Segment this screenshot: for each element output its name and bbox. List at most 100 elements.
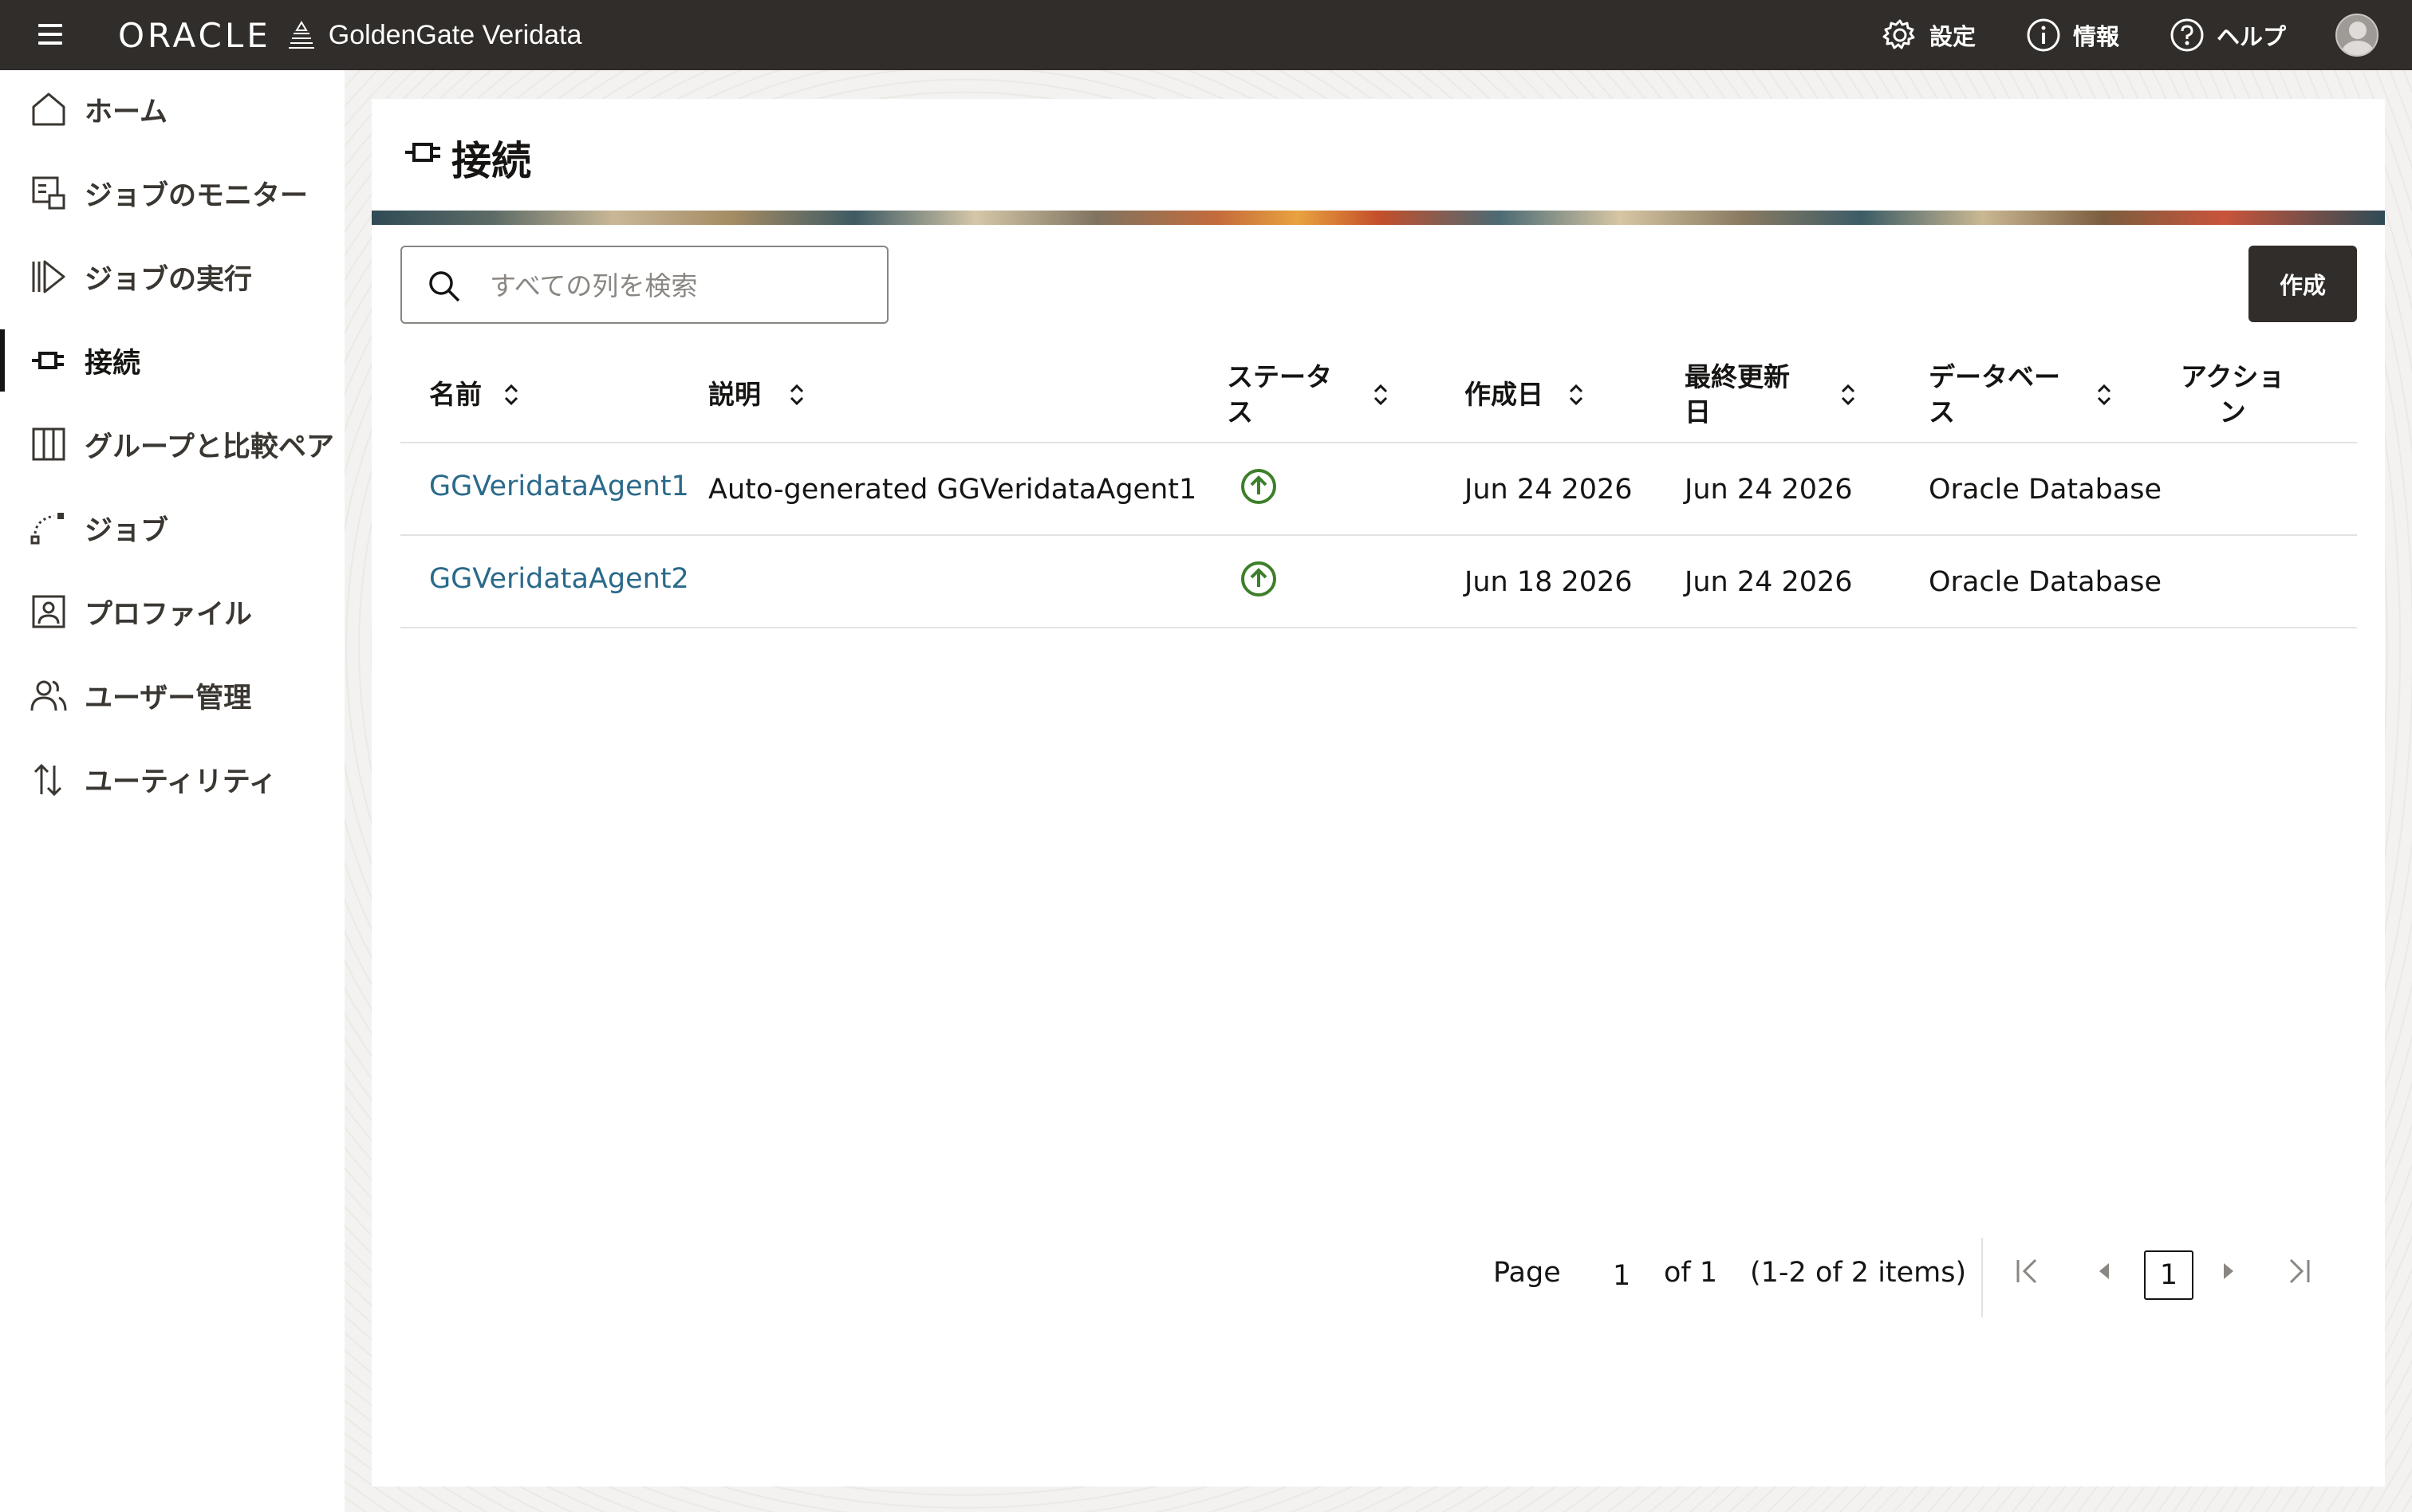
connection-name-link[interactable]: GGVeridataAgent2 [429, 536, 689, 622]
plug-icon [32, 352, 64, 369]
sidebar-item-job-monitor[interactable]: ジョブのモニター [0, 157, 345, 229]
sort-icon [1569, 384, 1583, 406]
sidebar-item-label: グループと比較ペア [85, 431, 334, 463]
table-header: 名前 説明 ステータス 作成日 最終更新日 データベース アクショ ン [400, 346, 2357, 443]
help-icon [2170, 18, 2204, 52]
column-header-description[interactable]: 説明 [708, 346, 1187, 443]
status-cell [1240, 536, 1278, 622]
gear-icon [1882, 19, 1915, 49]
connection-name-link[interactable]: GGVeridataAgent1 [429, 443, 689, 530]
sidebar-item-label: プロファイル [85, 598, 253, 631]
product-name: GoldenGate Veridata [328, 19, 582, 50]
column-header-label: ステータス [1227, 361, 1332, 427]
items-range: (1-2 of 2 items) [1750, 1257, 1967, 1289]
decorative-banner [372, 211, 2385, 225]
sort-icon [2097, 384, 2111, 406]
monitor-icon [32, 176, 65, 210]
page-title: 接続 [451, 138, 531, 184]
updated-cell: Jun 24 2026 [1685, 566, 1853, 598]
help-label: ヘルプ [2216, 23, 2286, 50]
status-cell [1240, 443, 1278, 530]
sidebar-item-label: ユーティリティ [85, 766, 277, 798]
plug-icon [405, 143, 440, 162]
created-cell: Jun 18 2026 [1464, 566, 1633, 598]
sidebar-item-profile[interactable]: プロファイル [0, 576, 345, 648]
brand[interactable]: ORACLE GoldenGate Veridata [118, 14, 581, 56]
status-up-icon [1241, 469, 1276, 504]
database-cell: Oracle Database [1929, 474, 2162, 506]
sidebar-item-groups[interactable]: グループと比較ペア [0, 408, 345, 480]
sidebar: ホーム ジョブのモニター ジョブの実行 接続 グループと比較ペア ジョブ プロフ… [0, 70, 345, 1512]
column-header-updated[interactable]: 最終更新日 [1685, 346, 1892, 443]
user-avatar[interactable] [2335, 14, 2378, 57]
next-page-icon[interactable] [2211, 1254, 2246, 1289]
info-button[interactable]: 情報 [2025, 17, 2119, 53]
sidebar-item-label: 接続 [85, 347, 141, 380]
pagination: Page 1 of 1 (1-2 of 2 items) 1 [372, 1223, 2385, 1319]
updated-cell: Jun 24 2026 [1685, 474, 1853, 506]
sort-icon [1841, 384, 1855, 406]
database-cell: Oracle Database [1929, 566, 2162, 598]
sort-icon [504, 384, 518, 406]
column-header-label: 説明 [708, 379, 761, 410]
column-header-actions: アクション [2181, 346, 2340, 443]
sidebar-item-label: ジョブ [85, 514, 169, 547]
first-page-icon[interactable] [2010, 1254, 2045, 1289]
sidebar-item-label: ジョブの実行 [85, 263, 253, 296]
columns-icon [32, 427, 65, 461]
sidebar-item-label: ホーム [85, 96, 168, 128]
transfer-icon [34, 763, 62, 797]
top-bar: ORACLE GoldenGate Veridata 設定 情報 ヘルプ [0, 0, 2412, 70]
sidebar-item-user-management[interactable]: ユーザー管理 [0, 660, 345, 731]
settings-button[interactable]: 設定 [1882, 17, 1976, 53]
info-label: 情報 [2072, 23, 2119, 50]
table-row[interactable]: GGVeridataAgent2 Jun 18 2026 Jun 24 2026… [400, 536, 2357, 628]
sidebar-item-utilities[interactable]: ユーティリティ [0, 743, 345, 815]
column-header-name[interactable]: 名前 [400, 346, 688, 443]
table-row[interactable]: GGVeridataAgent1 Auto-generated GGVerida… [400, 443, 2357, 536]
settings-label: 設定 [1929, 23, 1976, 50]
search-box[interactable] [400, 246, 889, 324]
page-count: of 1 [1664, 1257, 1718, 1289]
sidebar-item-jobs[interactable]: ジョブ [0, 492, 345, 564]
column-header-status[interactable]: ステータス [1227, 346, 1418, 443]
column-header-label: データベース [1929, 361, 2060, 427]
created-cell: Jun 24 2026 [1464, 474, 1633, 506]
info-icon [2027, 18, 2060, 52]
page-number-input[interactable]: 1 [1613, 1260, 1630, 1292]
page-header: 接続 [372, 99, 2385, 211]
top-nav: 設定 情報 ヘルプ [1882, 0, 2412, 70]
sidebar-item-label: ユーザー管理 [85, 682, 252, 715]
sidebar-item-connections[interactable]: 接続 [0, 325, 345, 396]
description-cell: Auto-generated GGVeridataAgent1 [708, 474, 1197, 506]
profile-icon [32, 595, 65, 628]
run-icon [32, 260, 65, 293]
create-button[interactable]: 作成 [2248, 246, 2357, 322]
connections-table: 名前 説明 ステータス 作成日 最終更新日 データベース アクショ ン GGVe… [400, 346, 2357, 628]
goldengate-mark-icon [288, 21, 314, 49]
sidebar-item-home[interactable]: ホーム [0, 73, 345, 145]
sort-icon [1374, 384, 1388, 406]
sidebar-item-label: ジョブのモニター [85, 179, 309, 212]
column-header-label: 名前 [429, 379, 482, 410]
users-icon [30, 680, 67, 711]
column-header-label: アクション [2181, 361, 2285, 427]
column-header-created[interactable]: 作成日 [1464, 346, 1656, 443]
pager-divider [1981, 1238, 1983, 1317]
current-page-button[interactable]: 1 [2144, 1250, 2193, 1300]
column-header-label: 作成日 [1464, 379, 1543, 410]
search-input[interactable] [490, 263, 873, 308]
sidebar-item-run-job[interactable]: ジョブの実行 [0, 241, 345, 313]
last-page-icon[interactable] [2281, 1254, 2316, 1289]
workflow-icon [30, 513, 64, 545]
hamburger-menu-icon[interactable] [35, 18, 70, 53]
oracle-logo: ORACLE [118, 15, 271, 55]
help-button[interactable]: ヘルプ [2169, 17, 2286, 53]
column-header-database[interactable]: データベース [1929, 346, 2168, 443]
main-card: 接続 作成 名前 説明 ステータス 作成日 最終更新日 [372, 99, 2385, 1486]
page-label: Page [1493, 1257, 1561, 1289]
home-icon [32, 93, 65, 126]
search-icon [429, 271, 460, 302]
status-up-icon [1241, 561, 1276, 597]
previous-page-icon[interactable] [2087, 1254, 2122, 1289]
